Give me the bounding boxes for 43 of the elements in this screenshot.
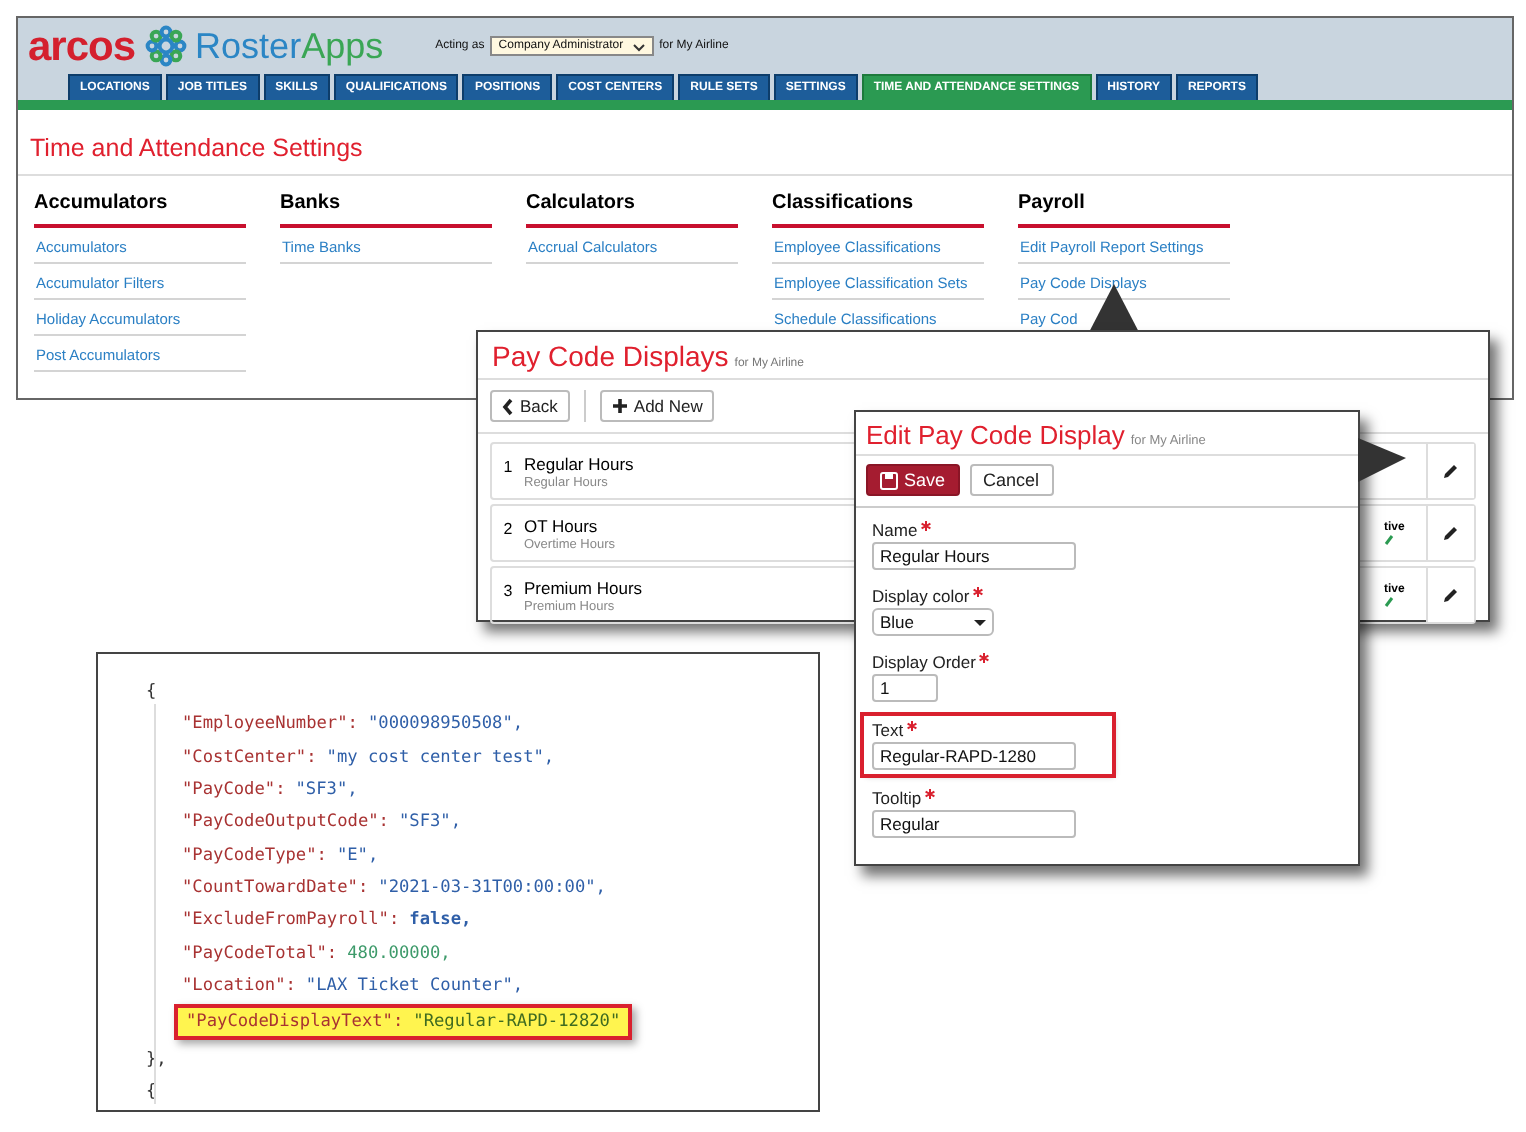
json-value: "000098950508", <box>367 714 524 735</box>
json-key: "Location": <box>182 975 296 996</box>
field-label: Tooltip <box>872 788 922 808</box>
code-brace: { <box>146 682 157 703</box>
section-heading: Classifications <box>772 192 984 228</box>
json-value: "SF3", <box>398 812 462 833</box>
json-value: "Regular-RAPD-12820" <box>413 1011 621 1032</box>
row-number: 3 <box>501 580 515 600</box>
section-heading: Payroll <box>1018 192 1230 228</box>
json-value: "E", <box>336 845 379 866</box>
json-key: "EmployeeNumber": <box>182 714 358 735</box>
json-key: "PayCodeType": <box>182 845 327 866</box>
field-label: Display color <box>872 586 970 606</box>
json-key: "ExcludeFromPayroll": <box>182 910 400 931</box>
field-label: Name <box>872 520 918 540</box>
json-key: "PayCodeTotal": <box>182 943 338 964</box>
window-title: Pay Code Displays <box>492 340 729 372</box>
field-label: Display Order <box>872 652 976 672</box>
code-brace: { <box>146 1082 157 1103</box>
product-logo: RosterApps <box>195 28 384 64</box>
brand-logo: arcos <box>28 25 136 67</box>
json-value: "LAX Ticket Counter", <box>305 975 524 996</box>
json-value: "SF3", <box>295 780 358 801</box>
json-value: 480.00000, <box>347 943 451 964</box>
json-value: "2021-03-31T00:00:00", <box>378 877 606 898</box>
pay-code-name: OT Hours <box>524 515 598 535</box>
json-key: "CostCenter": <box>182 747 317 768</box>
row-number: 2 <box>501 518 515 538</box>
row-number: 1 <box>501 456 515 476</box>
field-label: Text <box>872 720 904 740</box>
json-value: "my cost center test", <box>326 747 555 768</box>
code-brace: }, <box>146 1050 167 1071</box>
json-key: "PayCode": <box>182 780 286 801</box>
page-title: Time and Attendance Settings <box>18 110 1512 176</box>
pay-code-name: Regular Hours <box>524 453 634 473</box>
json-key: "PayCodeDisplayText": <box>186 1011 404 1032</box>
section-heading: Accumulators <box>34 192 246 228</box>
section-heading: Calculators <box>526 192 738 228</box>
json-key: "PayCodeOutputCode": <box>182 812 389 833</box>
pay-code-name: Premium Hours <box>524 577 643 597</box>
json-value: false, <box>409 910 472 931</box>
json-key: "CountTowardDate": <box>182 877 369 898</box>
section-heading: Banks <box>280 192 492 228</box>
